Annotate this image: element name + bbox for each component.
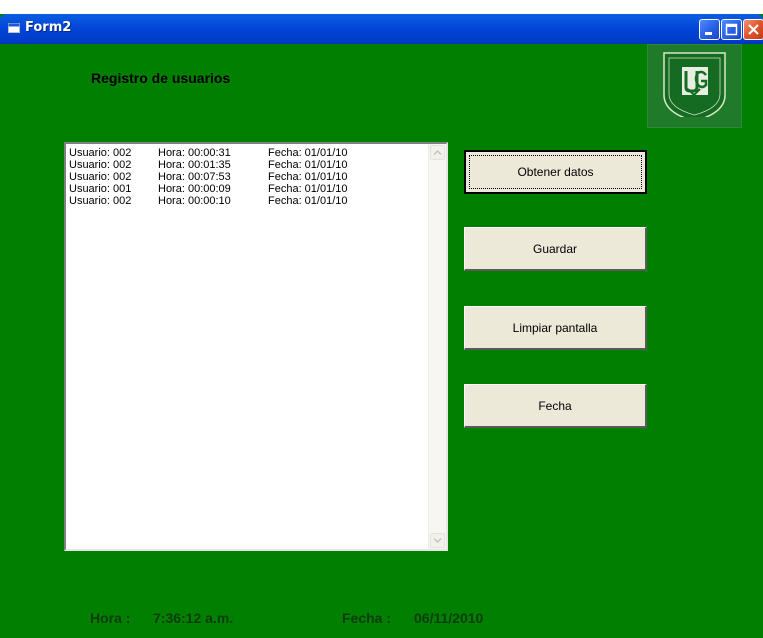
maximize-icon	[725, 23, 738, 36]
list-item-usuario: Usuario: 001	[69, 183, 132, 195]
list-item[interactable]: Usuario: 002 Hora: 00:00:10 Fecha: 01/01…	[69, 195, 409, 207]
list-item-fecha: Fecha: 01/01/10	[268, 147, 348, 159]
fecha-label: Fecha :	[342, 610, 392, 626]
title-bar[interactable]: Form2	[0, 14, 763, 44]
chevron-down-icon	[433, 537, 442, 544]
vertical-scrollbar[interactable]	[428, 144, 446, 549]
limpiar-pantalla-button[interactable]: Limpiar pantalla	[464, 306, 647, 350]
chevron-up-icon	[433, 149, 442, 156]
close-button[interactable]	[743, 19, 763, 40]
minimize-icon	[705, 32, 712, 35]
university-logo-icon	[662, 52, 727, 123]
hora-label: Hora :	[90, 610, 131, 626]
list-item-hora: Hora: 00:00:31	[158, 147, 231, 159]
list-item-hora: Hora: 00:01:35	[158, 159, 231, 171]
list-item-fecha: Fecha: 01/01/10	[268, 195, 348, 207]
list-item-usuario: Usuario: 002	[69, 147, 132, 159]
list-item-hora: Hora: 00:07:53	[158, 171, 231, 183]
list-item-fecha: Fecha: 01/01/10	[268, 183, 348, 195]
fecha-button[interactable]: Fecha	[464, 384, 647, 428]
form2-window: Form2 Registro de usuarios Usuario: 002 …	[0, 14, 763, 638]
list-item-usuario: Usuario: 002	[69, 171, 132, 183]
scroll-up-button[interactable]	[430, 145, 445, 160]
window-title: Form2	[25, 20, 72, 35]
fecha-value: 06/11/2010	[414, 610, 484, 626]
list-item-fecha: Fecha: 01/01/10	[268, 171, 348, 183]
log-rows: Usuario: 002 Hora: 00:00:31 Fecha: 01/01…	[69, 147, 409, 207]
app-window-icon	[8, 23, 20, 33]
list-item[interactable]: Usuario: 002 Hora: 00:01:35 Fecha: 01/01…	[69, 159, 409, 171]
log-listbox[interactable]: Usuario: 002 Hora: 00:00:31 Fecha: 01/01…	[64, 142, 448, 551]
list-item[interactable]: Usuario: 002 Hora: 00:07:53 Fecha: 01/01…	[69, 171, 409, 183]
hora-value: 7:36:12 a.m.	[153, 610, 234, 626]
list-item-usuario: Usuario: 002	[69, 159, 132, 171]
scroll-down-button[interactable]	[430, 533, 445, 548]
list-item[interactable]: Usuario: 002 Hora: 00:00:31 Fecha: 01/01…	[69, 147, 409, 159]
guardar-button[interactable]: Guardar	[464, 227, 647, 271]
minimize-button[interactable]	[699, 19, 720, 40]
obtener-datos-button[interactable]: Obtener datos	[464, 150, 647, 194]
list-item-usuario: Usuario: 002	[69, 195, 132, 207]
form-heading: Registro de usuarios	[91, 70, 231, 86]
list-item[interactable]: Usuario: 001 Hora: 00:00:09 Fecha: 01/01…	[69, 183, 409, 195]
list-item-hora: Hora: 00:00:10	[158, 195, 231, 207]
list-item-fecha: Fecha: 01/01/10	[268, 159, 348, 171]
close-icon	[748, 24, 759, 35]
university-logo	[647, 44, 742, 128]
maximize-button[interactable]	[721, 19, 742, 40]
list-item-hora: Hora: 00:00:09	[158, 183, 231, 195]
